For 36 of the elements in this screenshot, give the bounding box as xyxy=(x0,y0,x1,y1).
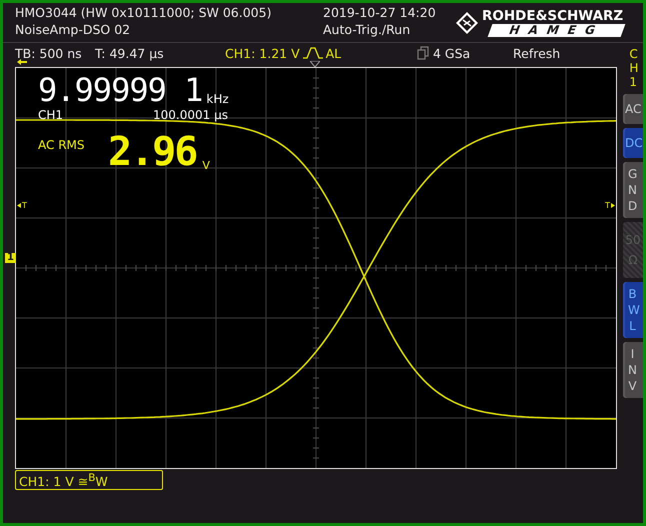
rms-unit: V xyxy=(202,159,210,172)
trigger-level-marker: T xyxy=(22,201,27,210)
left-triangle-icon xyxy=(17,203,21,208)
memory-icon xyxy=(417,46,429,60)
date-time: 2019-10-27 14:20 xyxy=(323,6,437,20)
diamond-logo-icon xyxy=(455,10,479,34)
position-arrow-icon xyxy=(17,59,27,65)
channel-marker: 1 xyxy=(5,253,16,263)
channel-menu-title: CH1 xyxy=(629,47,637,89)
menu-button[interactable]: INV xyxy=(623,342,643,398)
acquisition-mode: Refresh xyxy=(513,46,560,60)
trigger-position-icon xyxy=(310,61,320,67)
instrument-info: HMO3044 (HW 0x10111000; SW 06.005) xyxy=(15,6,272,20)
menu-button[interactable]: GND xyxy=(623,162,643,218)
rms-label: AC RMS xyxy=(38,138,86,152)
trigger-time: T: 49.47 µs xyxy=(95,46,165,60)
brand-subname: HAMEG xyxy=(488,24,626,36)
frequency-unit: kHz xyxy=(206,92,229,106)
rms-value: 2.96 xyxy=(108,132,196,172)
channel-info[interactable]: CH1: 1 V ≅$^{B}$W xyxy=(15,470,163,490)
timebase: TB: 500 ns xyxy=(15,46,83,60)
menu-button[interactable]: BWL xyxy=(623,282,643,338)
trigger-level-marker: T xyxy=(605,201,610,210)
setup-name: NoiseAmp-DSO 02 xyxy=(15,23,132,37)
menu-button[interactable]: DC xyxy=(623,128,643,158)
period-value: 100.0001 µs xyxy=(153,108,228,122)
right-triangle-icon xyxy=(611,203,615,208)
trigger-mode: AL xyxy=(326,46,342,60)
brand-name: ROHDE&SCHWARZ xyxy=(482,8,624,24)
edge-icon xyxy=(302,47,324,59)
measurement-source: CH1 xyxy=(38,108,64,122)
trigger-state: Auto-Trig./Run xyxy=(323,23,412,37)
trigger-source: CH1: 1.21 V xyxy=(225,46,300,60)
frequency-value: 9.99999 1 xyxy=(38,74,202,106)
sample-rate: 4 GSa xyxy=(433,46,470,60)
menu-button[interactable]: AC xyxy=(623,94,643,124)
